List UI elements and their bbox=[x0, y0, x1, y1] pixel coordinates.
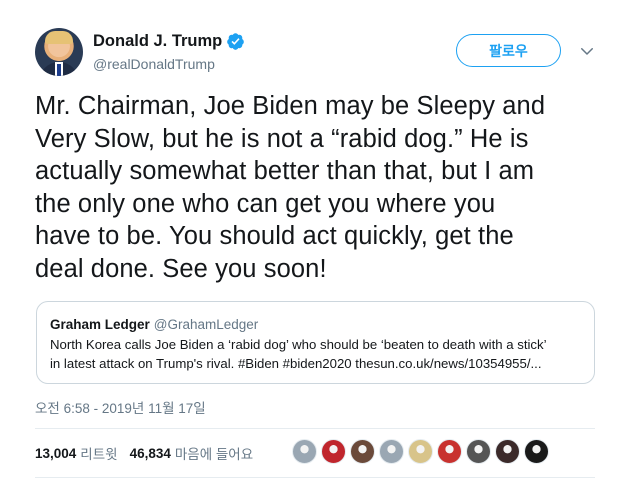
liker-avatar-7[interactable] bbox=[466, 439, 491, 464]
quoted-tweet-header: Graham Ledger @GrahamLedger bbox=[50, 316, 581, 334]
tweet-text-line: actually somewhat better than that, but … bbox=[35, 157, 535, 185]
quoted-author-handle: @GrahamLedger bbox=[153, 317, 259, 332]
liker-avatar-5[interactable] bbox=[408, 439, 433, 464]
tweet-text-line: Very Slow, but he is not a “rabid dog.” … bbox=[35, 124, 529, 153]
liker-avatar-1[interactable] bbox=[292, 439, 317, 464]
quoted-tweet-line: in latest attack on Trump's rival. #Bide… bbox=[50, 355, 542, 371]
avatar-hair bbox=[45, 31, 73, 44]
quoted-author-name: Graham Ledger bbox=[50, 317, 150, 332]
retweets-label[interactable]: 리트윗 bbox=[80, 443, 117, 463]
tweet-header: Donald J. Trump @realDonaldTrump 팔로우 bbox=[35, 28, 610, 80]
liker-avatar-4[interactable] bbox=[379, 439, 404, 464]
author-name-block[interactable]: Donald J. Trump @realDonaldTrump bbox=[93, 32, 245, 72]
author-avatar[interactable] bbox=[35, 28, 83, 76]
quoted-tweet-card[interactable]: Graham Ledger @GrahamLedger North Korea c… bbox=[36, 301, 595, 384]
chevron-down-icon[interactable] bbox=[578, 42, 596, 60]
verified-badge-icon bbox=[227, 33, 245, 50]
likers-avatar-row bbox=[292, 439, 553, 465]
avatar-tie bbox=[57, 64, 61, 76]
liker-avatar-6[interactable] bbox=[437, 439, 462, 464]
author-display-name[interactable]: Donald J. Trump bbox=[93, 32, 222, 51]
engagement-stats: 13,004 리트윗 46,834 마음에 들어요 bbox=[35, 441, 265, 465]
retweets-count[interactable]: 13,004 bbox=[35, 446, 76, 461]
follow-button[interactable]: 팔로우 bbox=[456, 34, 561, 67]
tweet-timestamp[interactable]: 오전 6:58 - 2019년 11월 17일 bbox=[35, 397, 206, 417]
tweet-text-line: Mr. Chairman, Joe Biden may be Sleepy an… bbox=[35, 92, 546, 120]
likes-label[interactable]: 마음에 들어요 bbox=[175, 443, 253, 463]
tweet-text-line: have to be. You should act quickly, get … bbox=[35, 222, 514, 250]
stats-divider-top bbox=[35, 428, 595, 429]
author-handle[interactable]: @realDonaldTrump bbox=[93, 56, 245, 72]
liker-avatar-3[interactable] bbox=[350, 439, 375, 464]
liker-avatar-9[interactable] bbox=[524, 439, 549, 464]
likes-count[interactable]: 46,834 bbox=[130, 446, 171, 461]
tweet-text: Mr. Chairman, Joe Biden may be Sleepy an… bbox=[35, 90, 595, 285]
liker-avatar-2[interactable] bbox=[321, 439, 346, 464]
quoted-tweet-line: North Korea calls Joe Biden a ‘rabid dog… bbox=[50, 337, 547, 352]
tweet-text-line: deal done. See you soon! bbox=[35, 254, 327, 283]
tweet-text-line: the only one who can get you where you bbox=[35, 189, 496, 218]
quoted-tweet-body: North Korea calls Joe Biden a ‘rabid dog… bbox=[50, 336, 581, 373]
liker-avatar-8[interactable] bbox=[495, 439, 520, 464]
stats-divider-bottom bbox=[35, 477, 595, 478]
